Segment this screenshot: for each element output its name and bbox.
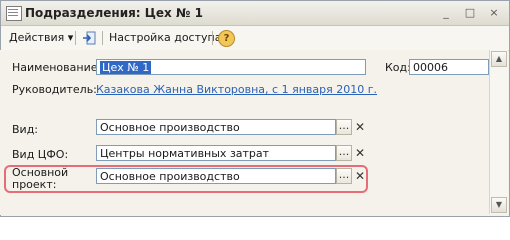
- name-field[interactable]: Цех № 1: [96, 59, 366, 75]
- toolbar: Действия ▾ Настройка доступа ?: [1, 26, 509, 51]
- title-bar: Подразделения: Цех № 1 _ □ ×: [1, 1, 509, 26]
- actions-menu-button[interactable]: Действия ▾: [9, 30, 73, 46]
- scroll-up-icon[interactable]: ▲: [491, 51, 507, 67]
- goto-icon[interactable]: [81, 30, 97, 46]
- cfo-label: Вид ЦФО:: [12, 148, 69, 161]
- access-settings-button[interactable]: Настройка доступа: [109, 30, 221, 46]
- type-clear-icon[interactable]: ✕: [353, 119, 367, 135]
- highlight-frame: [4, 165, 368, 193]
- manager-link[interactable]: Казакова Жанна Викторовна, с 1 января 20…: [96, 83, 377, 96]
- manager-label: Руководитель:: [12, 83, 97, 96]
- toolbar-divider: [102, 31, 103, 45]
- name-label: Наименование:: [12, 61, 102, 74]
- name-value: Цех № 1: [100, 61, 152, 74]
- cfo-select-button[interactable]: ...: [336, 145, 352, 161]
- scroll-down-icon[interactable]: ▼: [491, 197, 507, 213]
- chevron-down-icon: ▾: [67, 31, 74, 44]
- cfo-field[interactable]: Центры нормативных затрат: [96, 145, 336, 161]
- code-label: Код:: [385, 61, 411, 74]
- vertical-scrollbar[interactable]: ▲ ▼: [489, 50, 508, 214]
- actions-label: Действия: [9, 31, 65, 44]
- type-select-button[interactable]: ...: [336, 119, 352, 135]
- toolbar-divider: [75, 31, 76, 45]
- toolbar-divider: [212, 31, 213, 45]
- help-icon[interactable]: ?: [218, 30, 235, 47]
- maximize-button[interactable]: □: [463, 6, 477, 20]
- form-icon: [6, 6, 22, 21]
- type-label: Вид:: [12, 123, 39, 136]
- code-field[interactable]: 00006: [409, 59, 489, 75]
- close-button[interactable]: ×: [487, 6, 501, 20]
- cfo-clear-icon[interactable]: ✕: [353, 145, 367, 161]
- type-field[interactable]: Основное производство: [96, 119, 336, 135]
- window-title: Подразделения: Цех № 1: [25, 6, 203, 20]
- minimize-button[interactable]: _: [439, 6, 453, 20]
